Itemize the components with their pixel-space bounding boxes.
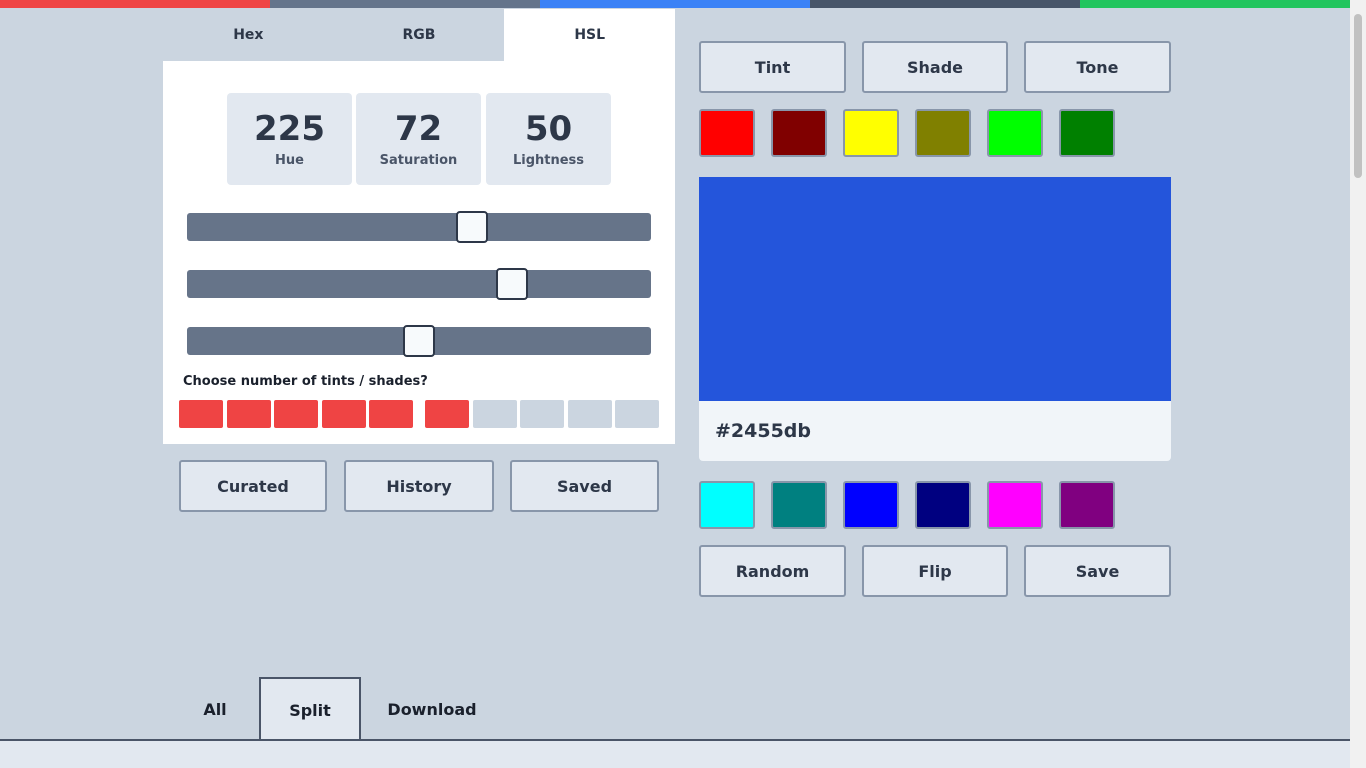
tint-count-option[interactable] [322,400,366,428]
history-button[interactable]: History [344,460,494,512]
hue-slider[interactable] [187,211,651,243]
hue-readout: 225 Hue [227,93,352,185]
hue-slider-handle[interactable] [456,211,489,243]
hue-value: 225 [254,109,325,149]
saturation-slider-handle[interactable] [495,268,528,300]
saved-button[interactable]: Saved [510,460,659,512]
lightness-slider-handle[interactable] [403,325,435,357]
color-preview [699,177,1171,401]
tint-button[interactable]: Tint [699,41,846,93]
tab-hsl[interactable]: HSL [504,9,676,61]
color-swatch[interactable] [843,481,899,529]
top-color-stripe [0,0,1350,8]
shade-button[interactable]: Shade [862,41,1008,93]
hsl-panel: 225 Hue 72 Saturation 50 Lightness Choos… [163,61,675,444]
stripe-segment [1080,0,1350,8]
color-swatch[interactable] [771,481,827,529]
lightness-readout: 50 Lightness [486,93,611,185]
flip-button[interactable]: Flip [862,545,1008,597]
tint-count-option[interactable] [520,400,564,428]
page-scrollbar[interactable] [1350,0,1366,768]
hex-value-bar: #2455db [699,401,1171,461]
tint-count-option[interactable] [615,400,659,428]
color-swatch[interactable] [915,109,971,157]
tint-count-option[interactable] [473,400,517,428]
lightness-value: 50 [524,109,573,149]
tints-count-prompt: Choose number of tints / shades? [183,374,428,389]
tab-all[interactable]: All [171,677,259,741]
hex-value: #2455db [715,420,812,442]
tint-count-option[interactable] [568,400,612,428]
tone-button[interactable]: Tone [1024,41,1171,93]
hue-label: Hue [275,153,304,168]
tab-split[interactable]: Split [259,677,361,741]
tint-count-option[interactable] [179,400,223,428]
bottom-content-area [0,741,1350,768]
format-tabs: Hex RGB HSL [163,9,676,61]
scrollbar-thumb[interactable] [1354,14,1362,178]
saturation-label: Saturation [379,153,458,168]
lightness-slider[interactable] [187,325,651,357]
random-button[interactable]: Random [699,545,846,597]
stripe-segment [0,0,270,8]
curated-button[interactable]: Curated [179,460,327,512]
tab-download[interactable]: Download [361,677,503,741]
tint-count-option[interactable] [227,400,271,428]
tint-count-option[interactable] [425,400,469,428]
tint-count-option[interactable] [274,400,318,428]
saturation-value: 72 [394,109,443,149]
color-swatch[interactable] [1059,481,1115,529]
color-swatch[interactable] [699,481,755,529]
saturation-slider[interactable] [187,268,651,300]
color-swatch[interactable] [771,109,827,157]
color-swatch[interactable] [699,109,755,157]
stripe-segment [270,0,540,8]
color-swatch[interactable] [987,481,1043,529]
save-button[interactable]: Save [1024,545,1171,597]
color-swatch[interactable] [843,109,899,157]
lightness-label: Lightness [512,153,585,168]
tab-rgb[interactable]: RGB [333,9,505,61]
color-swatch[interactable] [1059,109,1115,157]
stripe-segment [540,0,810,8]
stripe-segment [810,0,1080,8]
tab-hex[interactable]: Hex [163,9,334,61]
saturation-readout: 72 Saturation [356,93,481,185]
tint-count-option[interactable] [369,400,413,428]
color-swatch[interactable] [987,109,1043,157]
color-swatch[interactable] [915,481,971,529]
